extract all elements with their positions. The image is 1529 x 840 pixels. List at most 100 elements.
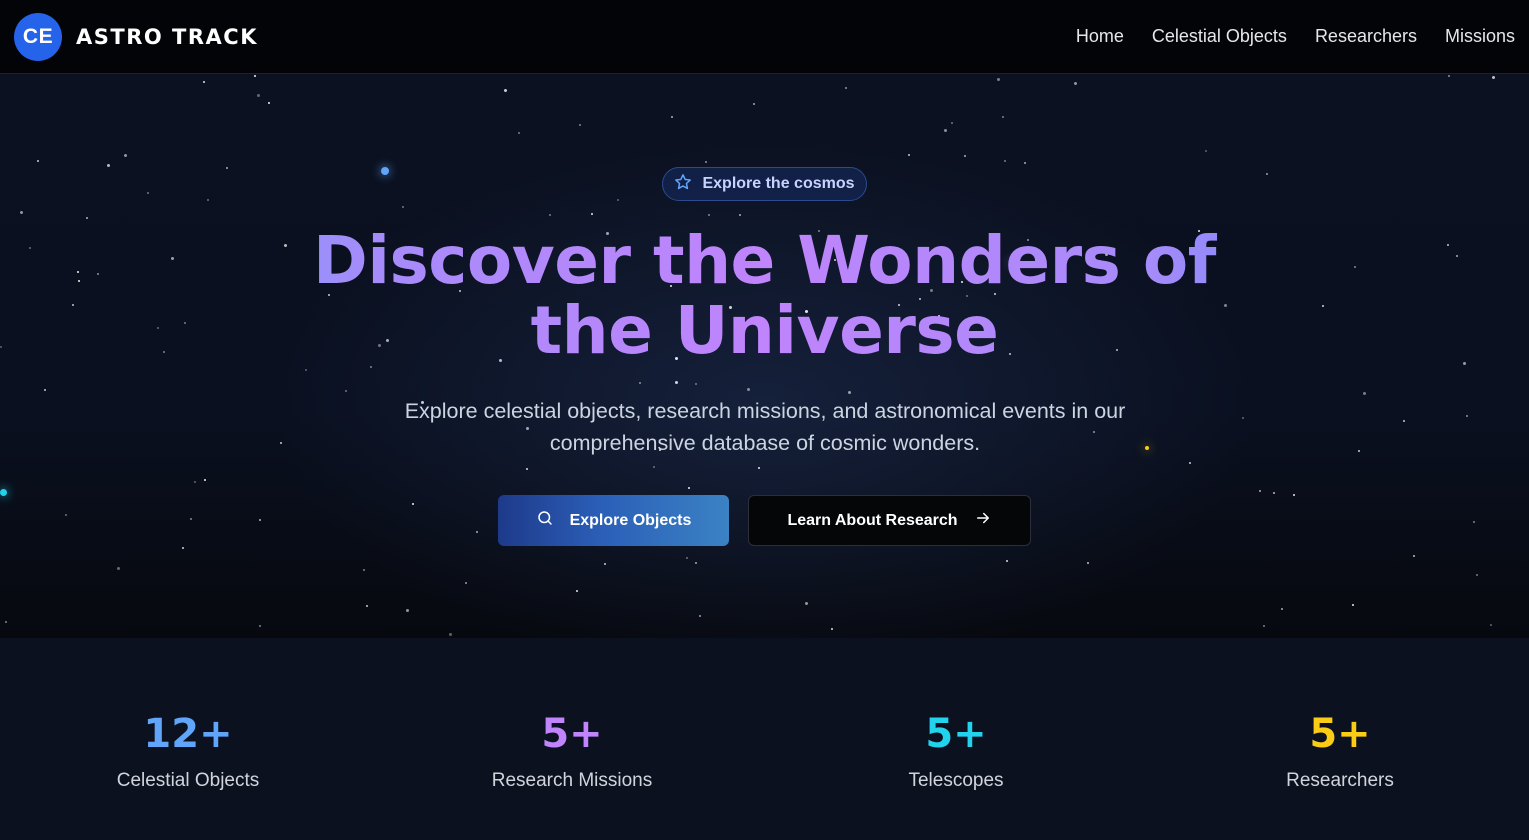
star-dot	[699, 615, 701, 617]
hero-section: Explore the cosmos Discover the Wonders …	[0, 74, 1529, 638]
star-dot	[147, 192, 149, 194]
star-dot	[1403, 420, 1405, 422]
star-dot	[1004, 160, 1006, 162]
top-nav: CE ASTRO TRACK Home Celestial Objects Re…	[0, 0, 1529, 74]
star-dot	[1259, 490, 1261, 492]
star-dot	[5, 621, 7, 623]
star-dot	[964, 155, 966, 157]
star-dot	[686, 557, 688, 559]
stat-research-missions: 5+ Research Missions	[422, 710, 722, 792]
star-dot	[124, 154, 127, 157]
star-dot	[805, 602, 808, 605]
glow-dot	[381, 167, 389, 175]
brand[interactable]: CE ASTRO TRACK	[14, 12, 258, 61]
star-dot	[86, 217, 88, 219]
star-dot	[518, 132, 520, 134]
arrow-right-icon	[974, 509, 992, 532]
star-dot	[951, 122, 953, 124]
star-dot	[526, 468, 528, 470]
hero-title-line-2: the Universe	[530, 292, 999, 369]
explore-cosmos-badge: Explore the cosmos	[662, 167, 867, 201]
star-dot	[254, 75, 256, 77]
star-dot	[345, 390, 347, 392]
star-dot	[1473, 521, 1475, 523]
star-dot	[997, 78, 1000, 81]
nav-links: Home Celestial Objects Researchers Missi…	[1076, 26, 1515, 47]
star-dot	[1352, 604, 1354, 606]
star-dot	[363, 569, 365, 571]
star-dot	[280, 442, 282, 444]
star-dot	[182, 547, 184, 549]
star-dot	[190, 518, 192, 520]
star-dot	[845, 87, 847, 89]
nav-link-researchers[interactable]: Researchers	[1315, 26, 1417, 47]
star-dot	[753, 103, 755, 105]
star-dot	[695, 562, 697, 564]
stat-label: Celestial Objects	[116, 770, 260, 791]
star-dot	[259, 625, 261, 627]
nav-link-missions[interactable]: Missions	[1445, 26, 1515, 47]
star-dot	[504, 89, 507, 92]
star-dot	[639, 382, 641, 384]
nav-link-celestial-objects[interactable]: Celestial Objects	[1152, 26, 1287, 47]
badge-label: Explore the cosmos	[702, 175, 855, 192]
learn-about-research-button[interactable]: Learn About Research	[748, 495, 1031, 546]
star-dot	[117, 567, 120, 570]
star-dot	[465, 582, 467, 584]
star-dot	[1024, 162, 1026, 164]
star-dot	[1413, 555, 1415, 557]
star-dot	[944, 129, 947, 132]
star-icon	[674, 173, 692, 196]
star-dot	[688, 487, 690, 489]
star-dot	[1266, 173, 1268, 175]
star-dot	[908, 154, 910, 156]
star-dot	[675, 381, 678, 384]
glow-dot	[0, 489, 7, 496]
star-dot	[617, 199, 619, 201]
star-dot	[1189, 462, 1191, 464]
learn-about-research-label: Learn About Research	[787, 511, 958, 529]
logo-badge[interactable]: CE	[14, 12, 62, 61]
star-dot	[1087, 562, 1089, 564]
explore-objects-label: Explore Objects	[569, 511, 692, 529]
star-dot	[1006, 560, 1008, 562]
stats-section: 12+ Celestial Objects 5+ Research Missio…	[0, 638, 1529, 840]
star-dot	[831, 628, 833, 630]
star-dot	[37, 160, 39, 162]
star-dot	[204, 479, 206, 481]
star-dot	[695, 383, 697, 385]
brand-name[interactable]: ASTRO TRACK	[76, 25, 258, 49]
star-dot	[107, 164, 110, 167]
stat-telescopes: 5+ Telescopes	[806, 710, 1106, 792]
star-dot	[257, 94, 260, 97]
star-dot	[576, 590, 578, 592]
stat-label: Researchers	[1286, 770, 1394, 791]
star-dot	[1358, 450, 1360, 452]
star-dot	[203, 81, 205, 83]
star-dot	[268, 102, 270, 104]
star-dot	[1293, 494, 1295, 496]
stat-value: 5+	[925, 711, 987, 757]
star-dot	[653, 466, 655, 468]
star-dot	[1448, 75, 1450, 77]
hero-title: Discover the Wonders of the Universe	[0, 226, 1529, 366]
star-dot	[1363, 392, 1366, 395]
star-dot	[591, 213, 593, 215]
hero-subtitle: Explore celestial objects, research miss…	[404, 399, 1126, 455]
star-dot	[1273, 492, 1275, 494]
stat-label: Research Missions	[491, 770, 653, 791]
star-dot	[366, 605, 368, 607]
star-dot	[705, 161, 707, 163]
nav-link-home[interactable]: Home	[1076, 26, 1124, 47]
stat-value: 12+	[143, 711, 233, 757]
explore-objects-button[interactable]: Explore Objects	[498, 495, 729, 546]
star-dot	[44, 389, 46, 391]
stat-celestial-objects: 12+ Celestial Objects	[38, 710, 338, 792]
star-dot	[226, 167, 228, 169]
star-dot	[579, 124, 581, 126]
star-dot	[1242, 417, 1244, 419]
star-dot	[747, 388, 750, 391]
star-dot	[1476, 574, 1478, 576]
star-dot	[549, 214, 551, 216]
star-dot	[604, 563, 606, 565]
